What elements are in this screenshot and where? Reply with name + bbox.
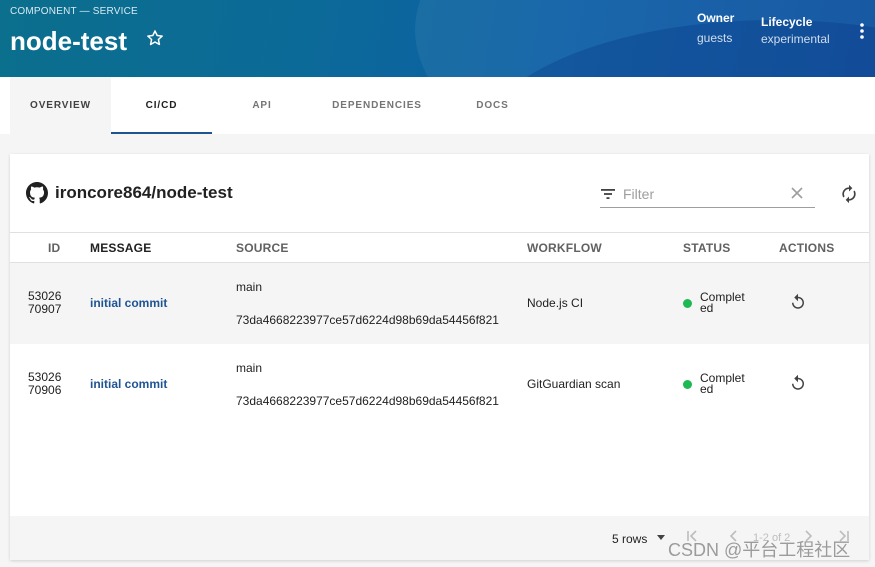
status-success-icon: [683, 298, 692, 308]
tab-dependencies[interactable]: DEPENDENCIES: [312, 77, 442, 134]
lifecycle-label: Lifecycle: [761, 15, 813, 29]
source-cell: main 73da4668223977ce57d6224d98b69da5445…: [236, 263, 527, 344]
commit-sha: 73da4668223977ce57d6224d98b69da54456f821: [236, 312, 499, 327]
owner-value[interactable]: guests: [697, 31, 734, 45]
status-text: Completed: [700, 371, 745, 396]
table-row: 53026 70906 initial commit main 73da4668…: [10, 343, 869, 425]
column-header-status[interactable]: STATUS: [683, 232, 779, 263]
status-cell: Completed: [683, 263, 779, 344]
commit-message-link[interactable]: initial commit: [90, 344, 236, 425]
branch-name: main: [236, 279, 263, 294]
lifecycle-value: experimental: [761, 32, 830, 46]
commit-message-link[interactable]: initial commit: [90, 263, 236, 344]
github-icon: [26, 182, 48, 204]
status-text: Completed: [700, 290, 745, 316]
rerun-icon[interactable]: [789, 293, 807, 311]
tab-bar: OVERVIEW CI/CD API DEPENDENCIES DOCS: [0, 77, 875, 134]
page-title: node-test: [10, 26, 127, 56]
active-tab-indicator: [111, 132, 212, 134]
filter-field[interactable]: [600, 182, 815, 208]
watermark: CSDN @平台工程社区: [668, 540, 851, 560]
column-header-workflow[interactable]: WORKFLOW: [527, 232, 683, 263]
workflow-runs-table: ID MESSAGE SOURCE WORKFLOW STATUS ACTION…: [10, 232, 869, 425]
workflow-runs-card: ironcore864/node-test ID MESSAGE SOURCE …: [10, 154, 869, 560]
clear-icon[interactable]: [790, 186, 804, 200]
refresh-icon[interactable]: [839, 184, 859, 204]
actions-cell: [779, 344, 869, 425]
status-cell: Completed: [683, 344, 779, 425]
repo-heading: ironcore864/node-test: [26, 182, 233, 204]
run-id-line: 70906: [28, 383, 62, 397]
column-header-id[interactable]: ID: [10, 232, 90, 263]
run-id: 53026 70906: [10, 344, 90, 425]
page-header: COMPONENT — SERVICE node-test Owner gues…: [0, 0, 875, 77]
star-icon[interactable]: [145, 28, 165, 48]
status-success-icon: [683, 379, 692, 389]
source-cell: main 73da4668223977ce57d6224d98b69da5445…: [236, 344, 527, 425]
actions-cell: [779, 263, 869, 344]
owner-label: Owner: [697, 11, 735, 25]
tab-docs[interactable]: DOCS: [442, 77, 543, 134]
filter-input[interactable]: [623, 184, 783, 204]
column-header-message[interactable]: MESSAGE: [90, 232, 236, 263]
workflow-name: Node.js CI: [527, 296, 584, 311]
breadcrumb: COMPONENT — SERVICE: [10, 6, 138, 17]
rerun-icon[interactable]: [789, 374, 807, 392]
column-header-actions: ACTIONS: [779, 232, 869, 263]
caret-down-icon[interactable]: [657, 535, 665, 540]
branch-name: main: [236, 360, 263, 375]
run-id-line: 70907: [28, 302, 62, 317]
owner-info: Owner guests: [697, 11, 734, 45]
run-id: 53026 70907: [10, 263, 90, 344]
repo-name: ironcore864/node-test: [55, 183, 233, 202]
tab-api[interactable]: API: [212, 77, 312, 134]
column-header-source[interactable]: SOURCE: [236, 232, 527, 263]
tab-cicd[interactable]: CI/CD: [111, 77, 212, 134]
rows-per-page-select[interactable]: 5 rows: [612, 532, 647, 546]
tab-overview[interactable]: OVERVIEW: [10, 77, 111, 134]
commit-sha: 73da4668223977ce57d6224d98b69da54456f821: [236, 393, 499, 408]
filter-icon: [601, 189, 615, 199]
more-menu-icon[interactable]: [855, 22, 869, 40]
lifecycle-info: Lifecycle experimental: [761, 15, 830, 46]
tab-cicd-label: CI/CD: [145, 100, 178, 111]
table-row: 53026 70907 initial commit main 73da4668…: [10, 262, 869, 344]
table-header-row: ID MESSAGE SOURCE WORKFLOW STATUS ACTION…: [10, 232, 869, 263]
workflow-name: GitGuardian scan: [527, 377, 621, 391]
